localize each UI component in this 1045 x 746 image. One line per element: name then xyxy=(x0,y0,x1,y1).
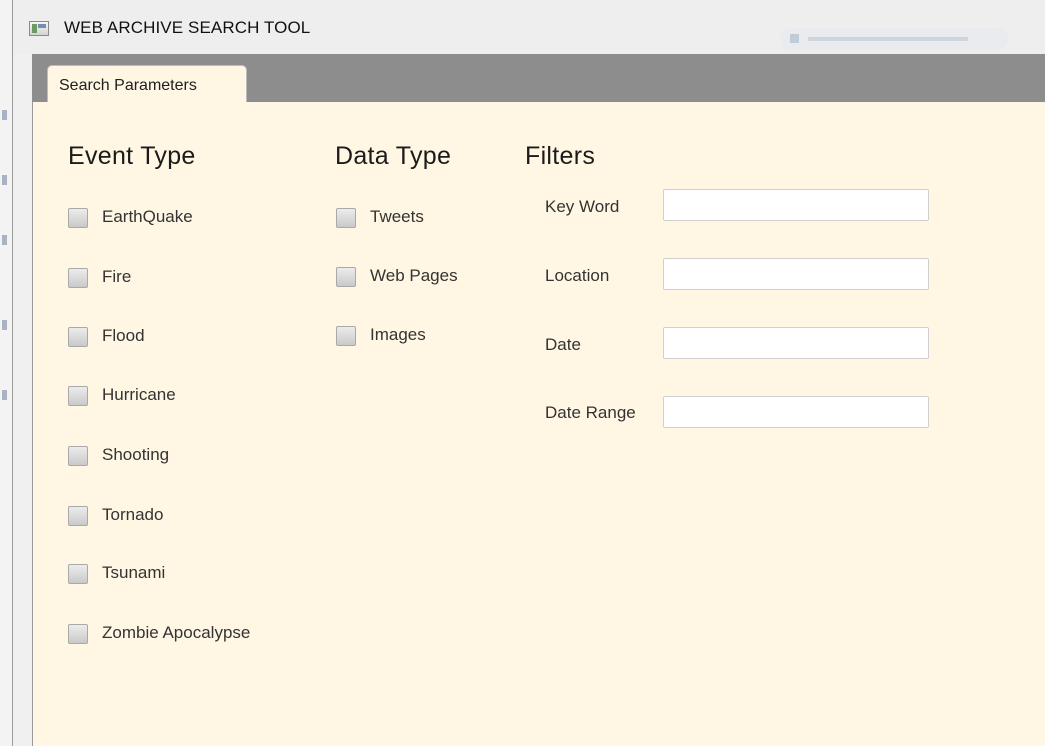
background-window-mark xyxy=(2,320,7,330)
checkbox-box[interactable] xyxy=(336,208,356,228)
app-window: WEB ARCHIVE SEARCH TOOL Search Parameter… xyxy=(12,0,1045,746)
background-window-mark xyxy=(2,175,7,185)
checkbox-box[interactable] xyxy=(336,326,356,346)
date-range-label: Date Range xyxy=(545,403,636,422)
data-type-heading: Data Type xyxy=(335,142,452,170)
checkbox-label: Tornado xyxy=(102,505,164,524)
checkbox-box[interactable] xyxy=(336,267,356,287)
app-window-icon xyxy=(29,21,49,36)
location-label: Location xyxy=(545,266,610,285)
date-range-input[interactable] xyxy=(663,396,929,428)
checkbox-box[interactable] xyxy=(68,268,88,288)
tab-bar: Search Parameters xyxy=(32,54,1045,102)
background-search-control xyxy=(780,28,1008,50)
event-type-heading: Event Type xyxy=(68,142,196,170)
background-window-mark xyxy=(2,235,7,245)
background-text xyxy=(808,37,968,41)
checkbox-label: Images xyxy=(370,325,426,344)
title-bar: WEB ARCHIVE SEARCH TOOL xyxy=(13,0,1045,54)
checkbox-box[interactable] xyxy=(68,564,88,584)
checkbox-box[interactable] xyxy=(68,386,88,406)
checkbox-label: Fire xyxy=(102,267,132,286)
checkbox-label: Zombie Apocalypse xyxy=(102,623,251,642)
checkbox-label: EarthQuake xyxy=(102,207,193,226)
date-input[interactable] xyxy=(663,327,929,359)
checkbox-label: Tweets xyxy=(370,207,424,226)
checkbox-box[interactable] xyxy=(68,327,88,347)
checkbox-label: Shooting xyxy=(102,445,170,464)
checkbox-label: Tsunami xyxy=(102,563,166,582)
keyword-input[interactable] xyxy=(663,189,929,221)
search-parameters-panel: Event Type EarthQuake Fire Flood Hurrica… xyxy=(32,102,1045,746)
checkbox-label: Hurricane xyxy=(102,385,176,404)
checkbox-label: Flood xyxy=(102,326,145,345)
checkbox-box[interactable] xyxy=(68,624,88,644)
window-title: WEB ARCHIVE SEARCH TOOL xyxy=(64,18,311,37)
filters-heading: Filters xyxy=(525,142,596,170)
checkbox-label: Web Pages xyxy=(370,266,458,285)
search-icon xyxy=(790,34,799,43)
background-window-mark xyxy=(2,110,7,120)
location-input[interactable] xyxy=(663,258,929,290)
checkbox-box[interactable] xyxy=(68,208,88,228)
date-label: Date xyxy=(545,335,581,354)
checkbox-box[interactable] xyxy=(68,446,88,466)
tab-search-parameters[interactable]: Search Parameters xyxy=(47,65,247,102)
background-window-mark xyxy=(2,390,7,400)
keyword-label: Key Word xyxy=(545,197,620,216)
checkbox-box[interactable] xyxy=(68,506,88,526)
